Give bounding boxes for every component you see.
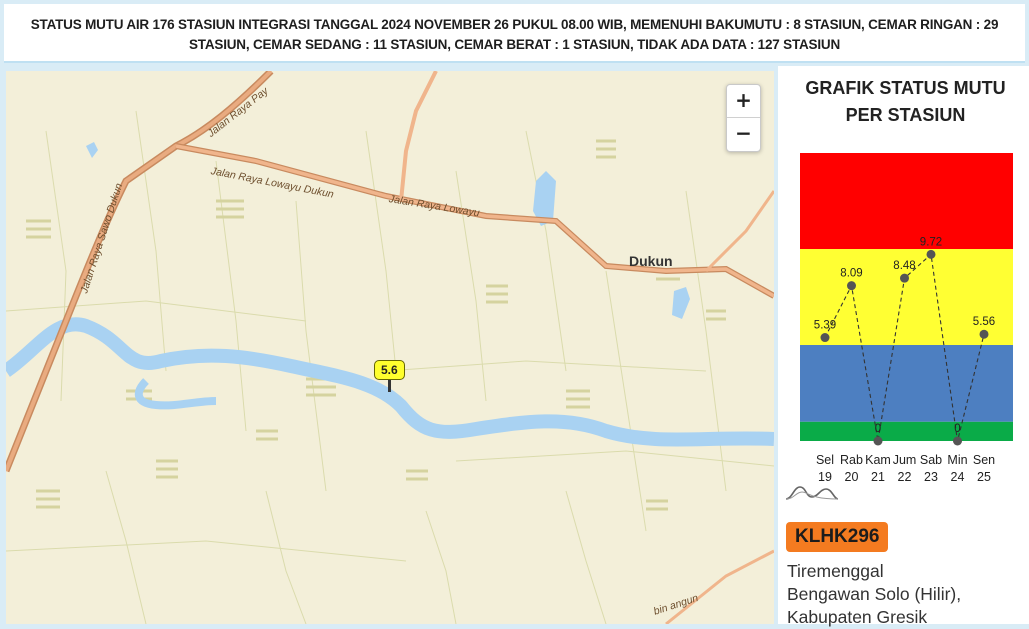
wave-chart-icon[interactable] xyxy=(784,483,840,501)
station-description: Tiremenggal Bengawan Solo (Hilir), Kabup… xyxy=(787,560,961,629)
chart-value-label-0: 5.39 xyxy=(814,320,836,332)
chart-value-label-5: 0 xyxy=(954,423,960,435)
chart-band-0 xyxy=(800,153,1013,249)
station-desc-line-2: Bengawan Solo (Hilir), xyxy=(787,584,962,604)
town-label: Dukun xyxy=(629,253,673,269)
chart-point-4 xyxy=(926,249,936,259)
chart-day-label-1: Rab xyxy=(840,453,863,467)
map-canvas[interactable] xyxy=(6,71,774,624)
chart-point-5 xyxy=(953,436,962,446)
chart-date-label-0: 19 xyxy=(818,470,832,484)
chart-value-label-4: 9.72 xyxy=(920,236,942,248)
station-desc-line-1: Tiremenggal xyxy=(787,561,884,581)
map-view[interactable]: Jalan Raya Sawo Dukun Jalan Raya Lowayu … xyxy=(6,71,774,624)
chart-date-label-3: 22 xyxy=(898,470,912,484)
station-marker-pin xyxy=(388,380,391,392)
chart-band-3 xyxy=(800,421,1013,441)
chart-day-label-6: Sen xyxy=(973,453,995,467)
chart-day-label-5: Min xyxy=(947,453,967,467)
chart-date-label-6: 25 xyxy=(977,470,991,484)
chart-point-1 xyxy=(847,281,856,291)
chart-point-3 xyxy=(900,273,909,283)
status-chart: 5.39 8.09 0 8.48 9.72 0 5.56 Sel 19 Rab 20 Kam 21 Jum… xyxy=(800,153,1013,484)
chart-date-label-2: 21 xyxy=(871,470,885,484)
chart-date-label-1: 20 xyxy=(845,470,859,484)
zoom-control: + − xyxy=(726,84,761,152)
zoom-out-button[interactable]: − xyxy=(727,118,760,151)
chart-day-label-3: Jum xyxy=(893,453,917,467)
panel-title: GRAFIK STATUS MUTU PER STASIUN xyxy=(805,78,1006,125)
chart-date-label-5: 24 xyxy=(951,470,965,484)
station-marker-value[interactable]: 5.6 xyxy=(374,360,405,380)
chart-value-label-1: 8.09 xyxy=(840,268,862,280)
chart-band-2 xyxy=(800,345,1013,422)
chart-value-label-6: 5.56 xyxy=(973,316,995,328)
chart-point-2 xyxy=(873,436,883,446)
chart-point-6 xyxy=(979,329,989,339)
station-id-badge[interactable]: KLHK296 xyxy=(786,522,889,552)
chart-value-label-3: 8.48 xyxy=(893,260,915,272)
chart-value-label-2: 0 xyxy=(875,423,881,435)
station-marker[interactable]: 5.6 xyxy=(374,360,405,392)
chart-date-label-4: 23 xyxy=(924,470,938,484)
station-desc-line-3: Kabupaten Gresik xyxy=(787,607,928,627)
station-panel: GRAFIK STATUS MUTU PER STASIUN 5.39 8.09 0… xyxy=(778,66,1029,627)
status-banner-text: STATUS MUTU AIR 176 STASIUN INTEGRASI TA… xyxy=(30,17,999,52)
chart-point-0 xyxy=(820,333,830,343)
status-banner: STATUS MUTU AIR 176 STASIUN INTEGRASI TA… xyxy=(4,4,1025,63)
chart-day-label-4: Sab xyxy=(920,453,942,467)
chart-day-label-0: Sel xyxy=(816,453,834,467)
chart-day-label-2: Kam xyxy=(865,453,891,467)
zoom-in-button[interactable]: + xyxy=(727,85,760,118)
